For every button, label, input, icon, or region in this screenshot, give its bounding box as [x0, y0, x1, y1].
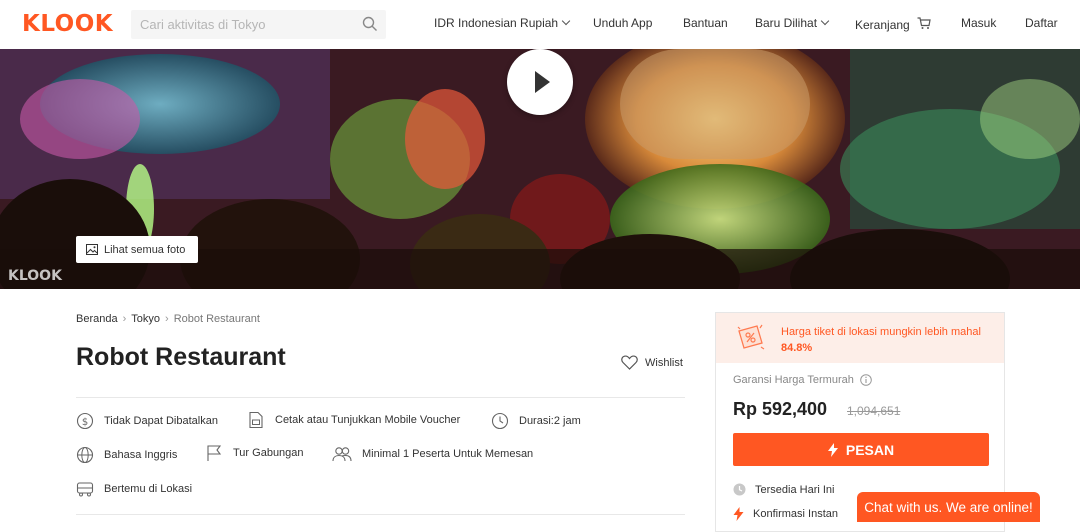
recently-viewed-label: Baru Dilihat [755, 16, 818, 30]
feature-duration: Durasi:2 jam [491, 412, 581, 430]
download-app-link[interactable]: Unduh App [593, 16, 652, 30]
availability-today: Tersedia Hari Ini [733, 483, 834, 496]
dollar-icon: $ [76, 412, 94, 430]
play-video-button[interactable] [507, 49, 573, 115]
feature-duration-label: Durasi:2 jam [519, 415, 581, 427]
clock-icon [491, 412, 509, 430]
wishlist-button[interactable]: Wishlist [621, 355, 683, 370]
page-title: Robot Restaurant [76, 343, 286, 371]
view-all-photos-label: Lihat semua foto [104, 243, 186, 256]
current-price: Rp 592,400 [733, 399, 828, 419]
cart-icon [917, 17, 931, 29]
breadcrumb: Beranda › Tokyo › Robot Restaurant [76, 313, 260, 325]
search-box[interactable] [131, 10, 386, 39]
feature-min-participants: Minimal 1 Peserta Untuk Memesan [332, 445, 533, 463]
wishlist-label: Wishlist [645, 356, 683, 369]
car-icon [76, 482, 94, 497]
feature-tour-type: Tur Gabungan [205, 444, 304, 462]
recently-viewed-menu[interactable]: Baru Dilihat [755, 16, 830, 30]
info-icon[interactable] [860, 374, 872, 386]
instant-confirmation: Konfirmasi Instan [733, 507, 838, 521]
promo-percentage: 84.8% [781, 342, 813, 354]
ticket-discount-icon [737, 324, 765, 350]
group-icon [332, 447, 352, 462]
breadcrumb-separator: › [122, 313, 127, 325]
login-link[interactable]: Masuk [961, 16, 996, 30]
feature-tour-type-label: Tur Gabungan [233, 447, 304, 459]
currency-selector[interactable]: IDR Indonesian Rupiah [434, 16, 571, 30]
view-all-photos-button[interactable]: Lihat semua foto [76, 236, 198, 263]
feature-min-participants-label: Minimal 1 Peserta Untuk Memesan [362, 448, 534, 460]
cart-link[interactable]: Keranjang [855, 16, 931, 32]
feature-meeting-point-label: Bertemu di Lokasi [104, 483, 193, 495]
top-header: KLOOK IDR Indonesian Rupiah Unduh App Ba… [0, 0, 1080, 49]
feature-voucher: Cetak atau Tunjukkan Mobile Voucher [247, 411, 460, 429]
original-price: 1,094,651 [847, 404, 901, 418]
image-icon [86, 244, 98, 255]
chevron-down-icon [561, 16, 571, 26]
hero-banner[interactable]: Lihat semua foto KLOOK [0, 49, 1080, 289]
feature-meeting-point: Bertemu di Lokasi [76, 480, 192, 498]
chevron-down-icon [820, 16, 830, 26]
watermark-logo: KLOOK [8, 268, 62, 284]
search-icon[interactable] [362, 16, 378, 32]
live-chat-button[interactable]: Chat with us. We are online! [857, 492, 1040, 522]
flag-icon [207, 445, 222, 461]
currency-label: IDR Indonesian Rupiah [434, 16, 559, 30]
feature-language: Bahasa Inggris [76, 446, 177, 464]
cart-label: Keranjang [855, 18, 910, 32]
availability-today-label: Tersedia Hari Ini [755, 483, 835, 496]
klook-logo[interactable]: KLOOK [22, 11, 113, 37]
search-input[interactable] [131, 10, 351, 39]
help-link[interactable]: Bantuan [683, 16, 728, 30]
promo-banner: Harga tiket di lokasi mungkin lebih maha… [716, 313, 1004, 363]
svg-text:$: $ [82, 417, 88, 428]
instant-confirmation-label: Konfirmasi Instan [753, 508, 838, 520]
breadcrumb-home[interactable]: Beranda [76, 313, 118, 325]
feature-cancellation: $ Tidak Dapat Dibatalkan [76, 412, 218, 430]
signup-link[interactable]: Daftar [1025, 16, 1058, 30]
voucher-icon [249, 411, 263, 429]
price-guarantee-label: Garansi Harga Termurah [733, 374, 854, 386]
feature-voucher-label: Cetak atau Tunjukkan Mobile Voucher [275, 414, 461, 426]
lightning-icon [733, 507, 744, 521]
price-guarantee: Garansi Harga Termurah [733, 374, 872, 386]
breadcrumb-city[interactable]: Tokyo [131, 313, 160, 325]
book-now-button[interactable]: PESAN [733, 433, 989, 466]
play-icon [535, 71, 550, 93]
globe-icon [76, 446, 94, 464]
divider [76, 397, 685, 398]
clock-icon [733, 483, 746, 496]
breadcrumb-separator: › [165, 313, 169, 325]
feature-cancellation-label: Tidak Dapat Dibatalkan [104, 415, 218, 427]
heart-icon [621, 355, 638, 370]
breadcrumb-current: Robot Restaurant [173, 313, 260, 325]
divider [76, 514, 685, 515]
lightning-icon [827, 442, 838, 457]
book-now-label: PESAN [845, 441, 895, 458]
promo-text: Harga tiket di lokasi mungkin lebih maha… [781, 326, 981, 338]
feature-language-label: Bahasa Inggris [104, 449, 178, 461]
promo-message: Harga tiket di lokasi mungkin lebih maha… [781, 324, 996, 356]
